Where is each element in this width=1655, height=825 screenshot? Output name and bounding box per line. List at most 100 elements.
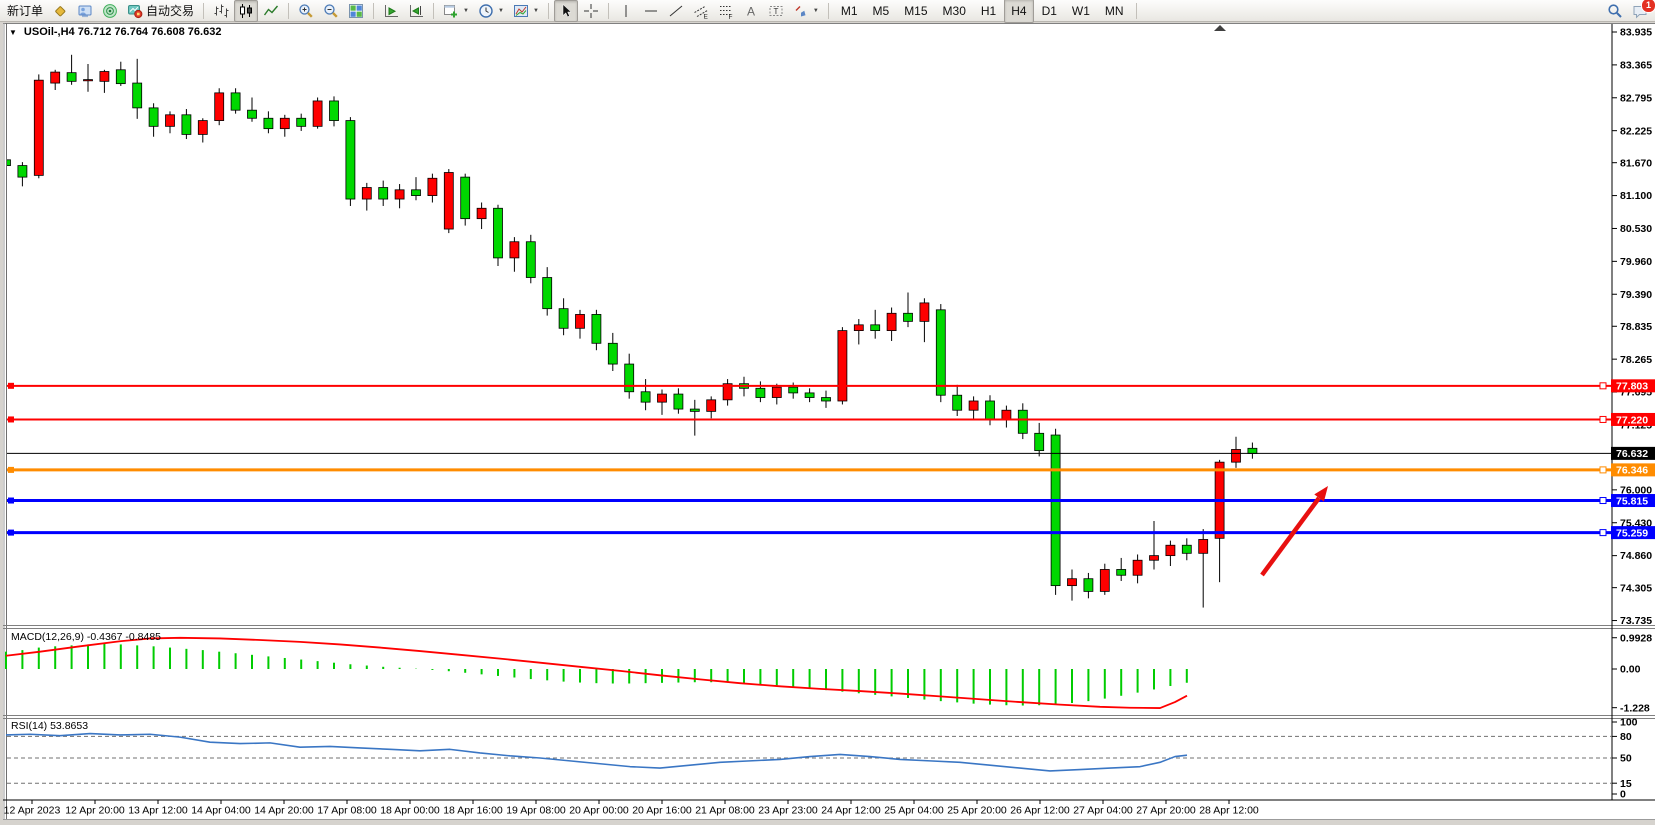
svg-text:100: 100: [1620, 717, 1638, 729]
new-order-button[interactable]: 新订单: [3, 0, 47, 22]
toolbar-separator: [1136, 3, 1137, 19]
svg-text:80.530: 80.530: [1620, 223, 1652, 235]
chat-icon[interactable]: 1: [1628, 0, 1652, 22]
svg-text:18 Apr 00:00: 18 Apr 00:00: [380, 805, 440, 817]
svg-text:0.9928: 0.9928: [1620, 632, 1652, 644]
toolbar-separator: [433, 3, 434, 19]
crosshair-icon[interactable]: [579, 0, 603, 22]
svg-text:12 Apr 2023: 12 Apr 2023: [4, 805, 61, 817]
svg-text:82.795: 82.795: [1620, 92, 1652, 104]
notification-badge: 1: [1641, 0, 1655, 13]
search-icon[interactable]: [1603, 0, 1627, 22]
svg-text:23 Apr 23:00: 23 Apr 23:00: [758, 805, 818, 817]
auto-trading-button[interactable]: 自动交易: [123, 0, 198, 22]
dropdown-caret-icon[interactable]: ▼: [463, 8, 469, 14]
svg-text:80: 80: [1620, 731, 1632, 743]
equidistant-channel-icon[interactable]: E: [689, 0, 713, 22]
timeframe-h1-button-label: H1: [981, 4, 996, 18]
data-window-icon[interactable]: [73, 0, 97, 22]
line-chart-icon[interactable]: [259, 0, 283, 22]
text-label-icon[interactable]: T: [764, 0, 788, 22]
fibonacci-icon[interactable]: F: [714, 0, 738, 22]
dropdown-caret-icon[interactable]: ▼: [498, 8, 504, 14]
svg-text:13 Apr 12:00: 13 Apr 12:00: [128, 805, 188, 817]
bar-chart-icon[interactable]: [209, 0, 233, 22]
svg-text:27 Apr 20:00: 27 Apr 20:00: [1136, 805, 1196, 817]
svg-text:74.860: 74.860: [1620, 550, 1652, 562]
svg-text:-1.228: -1.228: [1620, 702, 1650, 714]
templates-dropdown[interactable]: ▼: [509, 0, 543, 22]
chart-title: ▼ USOil-,H4 76.712 76.764 76.608 76.632: [9, 26, 221, 38]
auto-scroll-icon[interactable]: [379, 0, 403, 22]
signals-icon[interactable]: [98, 0, 122, 22]
toolbar-separator: [548, 3, 549, 19]
timeframe-m5-button[interactable]: M5: [866, 0, 897, 23]
svg-text:19 Apr 08:00: 19 Apr 08:00: [506, 805, 566, 817]
timeframe-w1-button[interactable]: W1: [1065, 0, 1097, 23]
zoom-out-icon[interactable]: [319, 0, 343, 22]
new-chart-dropdown[interactable]: ▼: [439, 0, 473, 22]
svg-text:79.390: 79.390: [1620, 289, 1652, 301]
line-anchor-handle: [1600, 498, 1606, 504]
svg-text:T: T: [773, 6, 778, 15]
line-anchor-handle: [8, 383, 14, 389]
svg-text:A: A: [747, 4, 755, 18]
toolbar: 新订单 自动交易 ▼ ▼ ▼ E F A T ▼ M1 M5 M15 M30 H1 H4 D1W1MN 1: [0, 0, 1655, 22]
svg-text:78.835: 78.835: [1620, 321, 1652, 333]
macd-label: MACD(12,26,9) -0.4367 -0.8485: [11, 631, 161, 643]
line-anchor-handle: [8, 416, 14, 422]
line-anchor-handle: [1600, 467, 1606, 473]
svg-text:27 Apr 04:00: 27 Apr 04:00: [1073, 805, 1133, 817]
svg-text:74.305: 74.305: [1620, 582, 1652, 594]
text-icon[interactable]: A: [739, 0, 763, 22]
collapse-icon[interactable]: ▼: [9, 28, 17, 37]
svg-text:83.365: 83.365: [1620, 59, 1652, 71]
periods-dropdown[interactable]: ▼: [474, 0, 508, 22]
svg-text:F: F: [728, 13, 732, 18]
timeframe-m15-button[interactable]: M15: [897, 0, 934, 23]
toolbar-separator: [608, 3, 609, 19]
svg-text:14 Apr 04:00: 14 Apr 04:00: [191, 805, 251, 817]
timeframe-m5-button-label: M5: [873, 4, 890, 18]
svg-text:17 Apr 08:00: 17 Apr 08:00: [317, 805, 377, 817]
dropdown-caret-icon[interactable]: ▼: [813, 8, 819, 14]
cursor-icon[interactable]: [554, 0, 578, 22]
new-order-button-label: 新订单: [7, 2, 43, 19]
timeframe-m1-button-label: M1: [841, 4, 858, 18]
svg-text:20 Apr 00:00: 20 Apr 00:00: [569, 805, 629, 817]
chart-shift-icon[interactable]: [404, 0, 428, 22]
candlestick-chart-icon[interactable]: [234, 0, 258, 22]
zoom-in-icon[interactable]: [294, 0, 318, 22]
timeframe-m30-button[interactable]: M30: [936, 0, 973, 23]
toolbar-separator: [373, 3, 374, 19]
horizontal-line-icon[interactable]: [639, 0, 663, 22]
line-anchor-handle: [1600, 383, 1606, 389]
timeframe-h4-button-label: H4: [1011, 4, 1026, 18]
timeframe-m15-button-label: M15: [904, 4, 927, 18]
svg-text:77.220: 77.220: [1616, 414, 1648, 426]
timeframe-m1-button[interactable]: M1: [834, 0, 865, 23]
auto-trading-button-label: 自动交易: [146, 2, 194, 19]
dropdown-caret-icon[interactable]: ▼: [533, 8, 539, 14]
svg-text:25 Apr 20:00: 25 Apr 20:00: [947, 805, 1007, 817]
timeframe-h4-button[interactable]: H4: [1004, 0, 1033, 23]
chart-canvas[interactable]: 12 Apr 202312 Apr 20:0013 Apr 12:0014 Ap…: [0, 22, 1655, 825]
svg-text:75.815: 75.815: [1616, 495, 1648, 507]
svg-text:76.346: 76.346: [1616, 465, 1648, 477]
timeframe-mn-button[interactable]: MN: [1098, 0, 1131, 23]
arrows-dropdown[interactable]: ▼: [789, 0, 823, 22]
line-anchor-handle: [8, 498, 14, 504]
svg-text:82.225: 82.225: [1620, 125, 1652, 137]
tile-windows-icon[interactable]: [344, 0, 368, 22]
timeframe-d1-button[interactable]: D1: [1035, 0, 1064, 23]
timeframe-h1-button[interactable]: H1: [974, 0, 1003, 23]
vertical-line-icon[interactable]: [614, 0, 638, 22]
toolbar-separator: [288, 3, 289, 19]
svg-text:14 Apr 20:00: 14 Apr 20:00: [254, 805, 314, 817]
market-watch-icon[interactable]: [48, 0, 72, 22]
trendline-icon[interactable]: [664, 0, 688, 22]
svg-text:79.960: 79.960: [1620, 256, 1652, 268]
svg-text:26 Apr 12:00: 26 Apr 12:00: [1010, 805, 1070, 817]
svg-text:0: 0: [1620, 789, 1626, 801]
line-anchor-handle: [8, 467, 14, 473]
